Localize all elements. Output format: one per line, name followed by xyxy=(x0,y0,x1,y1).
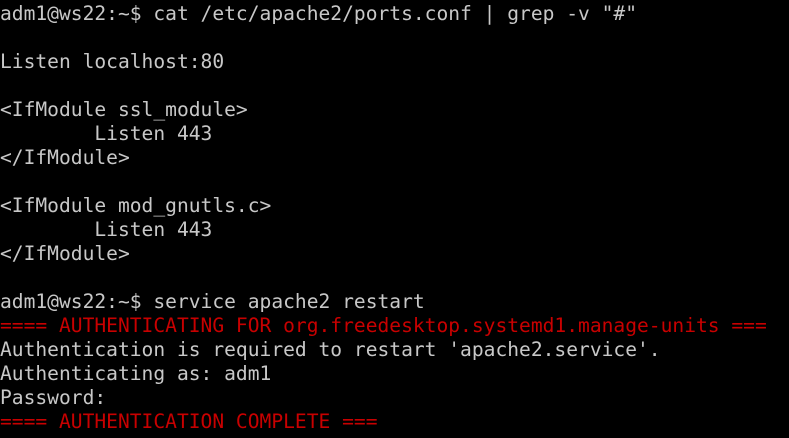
password-prompt[interactable]: Password: xyxy=(0,386,789,410)
output-line: Authentication is required to restart 'a… xyxy=(0,338,661,361)
output-line: Listen 443 xyxy=(0,218,213,241)
command-line: adm1@ws22:~$ service apache2 restart xyxy=(0,290,425,313)
output-line: Listen localhost:80 xyxy=(0,50,225,73)
output-line: Listen 443 xyxy=(0,122,213,145)
command-line: adm1@ws22:~$ cat /etc/apache2/ports.conf… xyxy=(0,2,638,25)
terminal-window[interactable]: adm1@ws22:~$ cat /etc/apache2/ports.conf… xyxy=(0,0,789,438)
output-line: </IfModule> xyxy=(0,242,130,265)
output-line: <IfModule ssl_module> xyxy=(0,98,248,121)
auth-complete-line: ==== AUTHENTICATION COMPLETE === xyxy=(0,410,378,433)
output-line: Authenticating as: adm1 xyxy=(0,362,272,385)
output-line: <IfModule mod_gnutls.c> xyxy=(0,194,272,217)
output-line: </IfModule> xyxy=(0,146,130,169)
auth-banner-line: ==== AUTHENTICATING FOR org.freedesktop.… xyxy=(0,314,767,337)
